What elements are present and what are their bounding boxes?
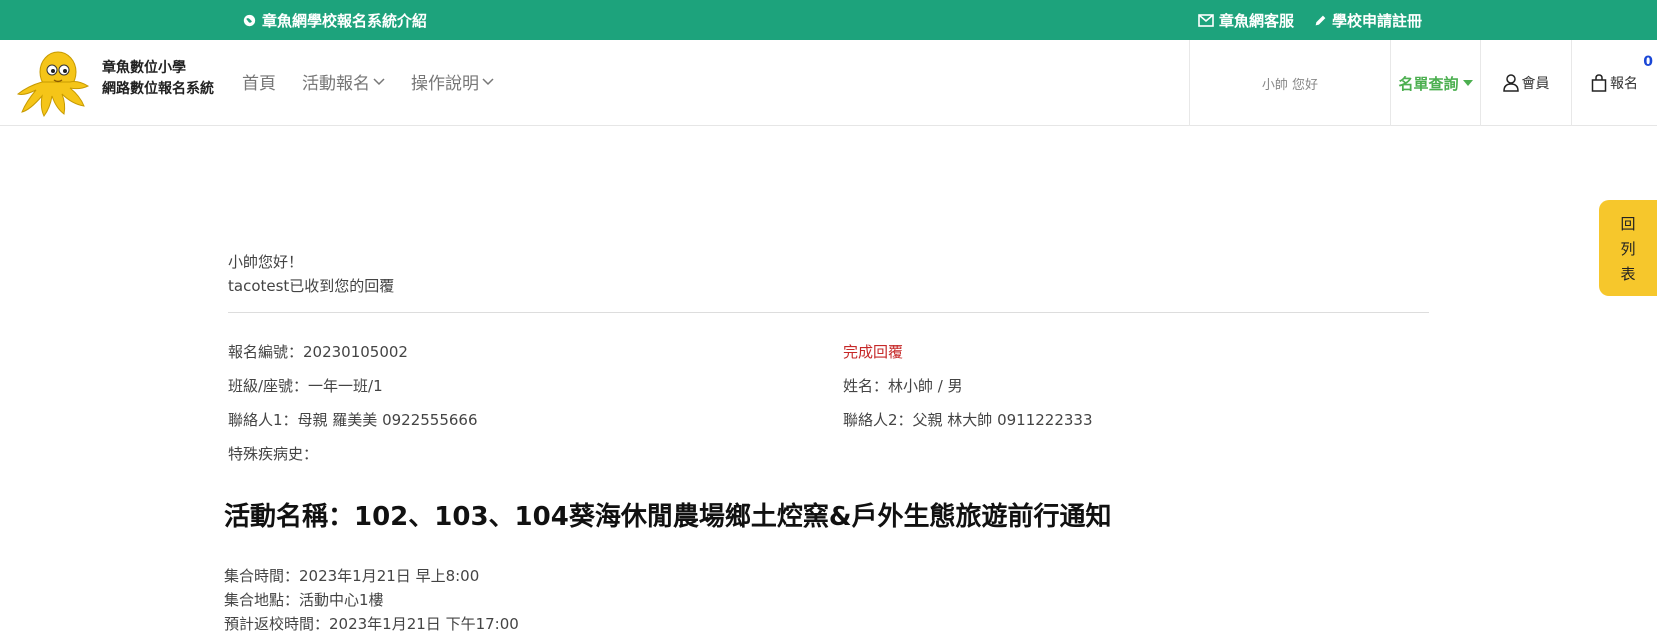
nav-home-label: 首頁: [242, 74, 276, 94]
pencil-icon: [1315, 15, 1326, 26]
brand-name: 章魚數位小學 網路數位報名系統: [102, 58, 214, 100]
return-time: 預計返校時間：2023年1月21日 下午17:00: [224, 615, 519, 633]
nav-activity-label: 活動報名: [302, 74, 370, 94]
cart-label: 報名: [1610, 76, 1638, 92]
status-badge: 完成回覆: [843, 343, 904, 361]
cart-count-badge: 0: [1643, 54, 1653, 70]
medical-history: 特殊疾病史：: [228, 445, 319, 463]
globe-icon: [243, 14, 256, 27]
octopus-logo-icon[interactable]: [14, 46, 90, 118]
student-name: 姓名：林小帥 / 男: [843, 377, 963, 395]
mail-icon: [1198, 14, 1214, 27]
brand-line-2: 網路數位報名系統: [102, 81, 214, 97]
meeting-place: 集合地點：活動中心1樓: [224, 591, 384, 609]
greeting-message: 小帥您好！ tacotest已收到您的回覆: [228, 250, 1429, 298]
activity-details: 集合時間：2023年1月21日 早上8:00 集合地點：活動中心1樓 預計返校時…: [224, 564, 519, 636]
customer-service-link[interactable]: 章魚網客服: [1198, 10, 1294, 31]
activity-title: 活動名稱：102、103、104葵海休閒農場鄉土焢窯&戶外生態旅遊前行通知: [224, 502, 1112, 532]
top-bar: 章魚網學校報名系統介紹 章魚網客服 學校申請註冊: [0, 0, 1657, 40]
brand-line-1: 章魚數位小學: [102, 60, 186, 76]
back-to-list-char-2: 列: [1620, 239, 1636, 258]
registration-number: 報名編號：20230105002: [228, 343, 408, 361]
chevron-down-icon: [482, 77, 494, 85]
school-register-link[interactable]: 學校申請註冊: [1314, 10, 1422, 31]
member-label: 會員: [1521, 76, 1550, 92]
nav-guide-label: 操作說明: [411, 74, 479, 94]
roster-query-label: 名單查詢: [1398, 74, 1459, 93]
school-register-label: 學校申請註冊: [1332, 12, 1423, 30]
back-to-list-char-1: 回: [1620, 214, 1636, 233]
nav-guide[interactable]: 操作說明: [411, 69, 494, 94]
system-intro-label: 章魚網學校報名系統介紹: [262, 12, 428, 30]
main-nav: 首頁 活動報名 操作說明: [242, 69, 494, 94]
divider: [228, 312, 1429, 313]
customer-service-label: 章魚網客服: [1219, 12, 1295, 30]
user-icon: [1502, 74, 1519, 92]
reply-confirmation: 小帥您好！ tacotest已收到您的回覆 報名編號：20230105002 完…: [228, 250, 1429, 465]
system-intro-link[interactable]: 章魚網學校報名系統介紹: [243, 10, 427, 31]
meeting-time: 集合時間：2023年1月21日 早上8:00: [224, 567, 480, 585]
greeting-line-2: tacotest已收到您的回覆: [228, 277, 395, 295]
nav-home[interactable]: 首頁: [242, 69, 276, 94]
shopping-bag-icon: [1591, 74, 1607, 92]
greeting-line-1: 小帥您好！: [228, 253, 304, 271]
roster-query-menu[interactable]: 名單查詢: [1390, 40, 1480, 126]
back-to-list-button[interactable]: 回 列 表: [1599, 200, 1657, 296]
contact-2: 聯絡人2：父親 林大帥 0911222333: [843, 411, 1093, 429]
nav-activity[interactable]: 活動報名: [302, 69, 385, 94]
cart-link[interactable]: 報名 0: [1571, 40, 1657, 126]
chevron-down-icon: [373, 77, 385, 85]
contact-1: 聯絡人1：母親 羅美美 0922555666: [228, 411, 478, 429]
user-greeting: 小帥 您好: [1189, 40, 1390, 126]
main-header: 章魚數位小學 網路數位報名系統 首頁 活動報名 操作說明 小帥 您好 名單查詢 …: [0, 40, 1657, 126]
class-seat: 班級/座號：一年一班/1: [228, 377, 383, 395]
back-to-list-char-3: 表: [1620, 264, 1636, 283]
member-link[interactable]: 會員: [1480, 40, 1571, 126]
registration-details: 報名編號：20230105002 完成回覆 班級/座號：一年一班/1 姓名：林小…: [228, 341, 1429, 465]
caret-down-icon: [1462, 80, 1473, 86]
